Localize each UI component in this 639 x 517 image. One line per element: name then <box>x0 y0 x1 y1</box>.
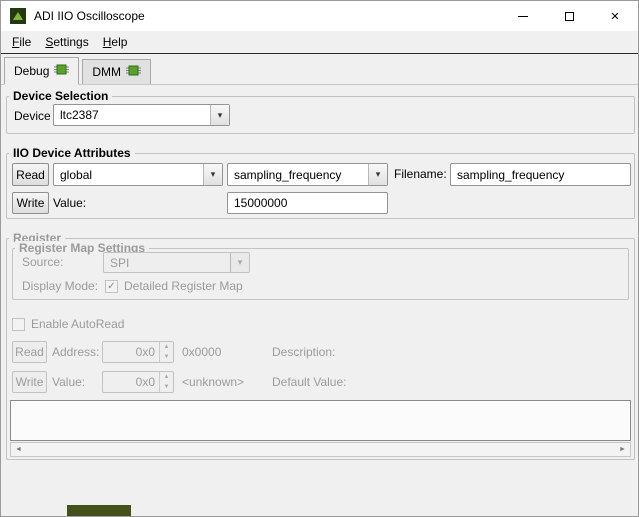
minimize-button[interactable] <box>500 1 546 31</box>
menu-file[interactable]: File <box>5 32 38 52</box>
attr-value-label: Value: <box>53 192 86 214</box>
autoread-label: Enable AutoRead <box>31 314 124 334</box>
spinner-steps[interactable]: ▲ ▼ <box>159 342 173 362</box>
spin-up-icon: ▲ <box>160 372 173 382</box>
tab-debug-label: Debug <box>14 64 49 78</box>
address-label: Address: <box>52 341 99 363</box>
menubar: File Settings Help <box>1 31 638 54</box>
filename-input[interactable]: sampling_frequency <box>450 163 631 186</box>
attr-group-combo-value: global <box>54 168 203 182</box>
attr-write-label: Write <box>17 196 45 210</box>
chevron-down-icon: ▾ <box>210 105 229 125</box>
tab-dmm-label: DMM <box>92 65 121 79</box>
iio-attributes-title: IIO Device Attributes <box>9 146 135 161</box>
source-combo-value: SPI <box>104 256 230 270</box>
spin-down-icon: ▼ <box>160 352 173 362</box>
chip-icon <box>54 63 69 79</box>
device-combo-value: ltc2387 <box>54 108 210 122</box>
chevron-down-icon: ▾ <box>368 164 387 185</box>
tab-debug[interactable]: Debug <box>4 57 79 85</box>
attr-read-button[interactable]: Read <box>12 163 49 186</box>
source-combo[interactable]: SPI ▾ <box>103 252 250 273</box>
iio-attributes-frame: IIO Device Attributes Read global ▾ samp… <box>6 153 635 219</box>
attr-name-combo[interactable]: sampling_frequency ▾ <box>227 163 388 186</box>
register-value-spinner[interactable]: 0x0 ▲ ▼ <box>102 371 174 393</box>
horizontal-scrollbar[interactable]: ◄ ► <box>10 442 631 457</box>
minimize-icon <box>518 16 528 17</box>
menu-settings[interactable]: Settings <box>38 32 95 52</box>
window-title: ADI IIO Oscilloscope <box>34 9 145 23</box>
device-combo[interactable]: ltc2387 ▾ <box>53 104 230 126</box>
register-map-settings-frame: Register Map Settings Source: SPI ▾ Disp… <box>12 248 629 300</box>
tab-strip: Debug DMM <box>1 55 638 85</box>
address-resolved: 0x0000 <box>182 341 221 363</box>
bottom-green-panel <box>67 505 131 517</box>
display-mode-checkbox[interactable]: ✓ <box>105 280 118 293</box>
register-value-resolved: <unknown> <box>182 371 244 393</box>
default-value-label: Default Value: <box>272 371 347 393</box>
address-spinner[interactable]: 0x0 ▲ ▼ <box>102 341 174 363</box>
autoread-checkbox[interactable] <box>12 318 25 331</box>
spin-up-icon: ▲ <box>160 342 173 352</box>
device-label: Device <box>14 105 51 127</box>
scroll-right-icon: ► <box>615 446 630 453</box>
register-write-label: Write <box>16 375 44 389</box>
attr-value-input-value: 15000000 <box>234 196 287 210</box>
attr-value-input[interactable]: 15000000 <box>227 192 388 214</box>
register-read-button[interactable]: Read <box>12 341 47 363</box>
register-description-textview[interactable] <box>10 400 631 441</box>
scroll-left-icon: ◄ <box>11 446 26 453</box>
register-write-button[interactable]: Write <box>12 371 47 393</box>
spin-down-icon: ▼ <box>160 382 173 392</box>
chevron-down-icon: ▾ <box>203 164 222 185</box>
attr-write-button[interactable]: Write <box>12 192 49 214</box>
register-read-label: Read <box>15 345 44 359</box>
close-button[interactable]: ✕ <box>592 1 638 31</box>
register-value-label: Value: <box>52 371 85 393</box>
menu-help[interactable]: Help <box>96 32 135 52</box>
display-mode-option-label: Detailed Register Map <box>124 276 243 296</box>
spinner-steps[interactable]: ▲ ▼ <box>159 372 173 392</box>
maximize-button[interactable] <box>546 1 592 31</box>
display-mode-label: Display Mode: <box>22 276 98 296</box>
chevron-down-icon: ▾ <box>230 253 249 272</box>
attr-group-combo[interactable]: global ▾ <box>53 163 223 186</box>
filename-label: Filename: <box>394 163 447 186</box>
chip-icon <box>126 64 141 80</box>
check-icon: ✓ <box>107 281 115 292</box>
address-spinner-value: 0x0 <box>103 345 159 359</box>
app-window: ADI IIO Oscilloscope ✕ File Settings Hel… <box>0 0 639 517</box>
titlebar: ADI IIO Oscilloscope ✕ <box>1 1 638 31</box>
device-selection-title: Device Selection <box>9 89 112 104</box>
app-logo-icon <box>10 8 26 24</box>
maximize-icon <box>565 12 574 21</box>
close-icon: ✕ <box>610 10 619 23</box>
filename-input-value: sampling_frequency <box>457 168 564 182</box>
register-frame: Register Register Map Settings Source: S… <box>6 238 635 460</box>
attr-name-combo-value: sampling_frequency <box>228 168 368 182</box>
source-label: Source: <box>22 252 63 273</box>
description-label: Description: <box>272 341 335 363</box>
device-selection-frame: Device Selection Device ltc2387 ▾ <box>6 96 635 134</box>
attr-read-label: Read <box>16 168 45 182</box>
tab-dmm[interactable]: DMM <box>82 59 151 84</box>
register-value-spinner-value: 0x0 <box>103 375 159 389</box>
